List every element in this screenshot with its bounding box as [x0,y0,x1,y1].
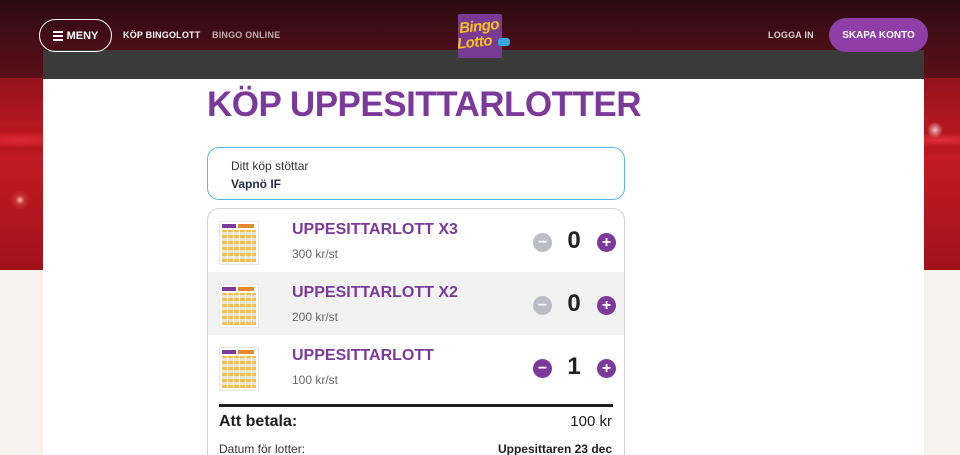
logo-badge-icon [498,38,510,46]
hamburger-icon [52,30,63,41]
bingolotto-logo[interactable]: Bingo Lotto [455,14,511,58]
ticket-thumbnail [219,221,259,265]
logo-text-lotto: Lotto [456,32,493,53]
quantity-value: 1 [567,353,581,380]
quantity-value: 0 [567,227,581,254]
minus-circle-icon[interactable]: − [533,296,552,315]
product-list: UPPESITTARLOTT X3 300 kr/st − 0 + UPPESI… [207,208,625,455]
support-club-name: Vapnö IF [231,177,282,191]
product-row: UPPESITTARLOTT X3 300 kr/st − 0 + [208,209,624,272]
page-title: KÖP UPPESITTARLOTTER [207,85,642,124]
support-label: Ditt köp stöttar [231,159,309,173]
total-value: 100 kr [570,413,612,430]
ticket-thumbnail [219,347,259,391]
quantity-value: 0 [567,290,581,317]
product-row: UPPESITTARLOTT X2 200 kr/st − 0 + [208,272,624,335]
summary-divider [219,404,613,407]
minus-circle-icon[interactable]: − [533,359,552,378]
support-club-box[interactable]: Ditt köp stöttar Vapnö IF [207,147,625,200]
draw-date-value: Uppesittaren 23 dec [497,442,612,455]
create-account-button[interactable]: SKAPA KONTO [829,18,928,52]
plus-circle-icon[interactable]: + [597,359,616,378]
total-label: Att betala: [219,413,298,430]
login-link[interactable]: LOGGA IN [768,30,814,40]
menu-label: MENY [66,29,99,42]
product-name: UPPESITTARLOTT [292,347,434,364]
plus-circle-icon[interactable]: + [597,233,616,252]
minus-circle-icon[interactable]: − [533,233,552,252]
menu-button[interactable]: MENY [39,19,112,52]
product-price: 100 kr/st [292,373,339,387]
nav-link-buy[interactable]: KÖP BINGOLOTT [123,30,200,40]
draw-date-label: Datum för lotter: [219,442,306,455]
product-price: 300 kr/st [292,247,339,261]
site-header: MENY KÖP BINGOLOTT BINGO ONLINE Bingo Lo… [0,0,960,70]
product-row: UPPESITTARLOTT 100 kr/st − 1 + [208,335,624,398]
product-price: 200 kr/st [292,310,339,324]
ticket-thumbnail [219,284,259,328]
product-name: UPPESITTARLOTT X3 [292,221,458,238]
product-name: UPPESITTARLOTT X2 [292,284,458,301]
nav-link-bingo-online[interactable]: BINGO ONLINE [212,30,280,40]
plus-circle-icon[interactable]: + [597,296,616,315]
